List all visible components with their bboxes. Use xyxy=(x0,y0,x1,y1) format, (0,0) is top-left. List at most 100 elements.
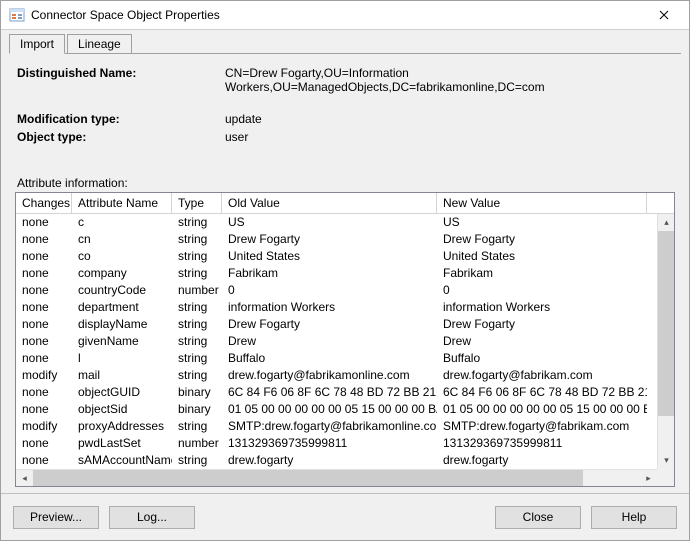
col-type[interactable]: Type xyxy=(172,193,222,213)
hscroll-track[interactable] xyxy=(33,470,640,486)
col-old-value[interactable]: Old Value xyxy=(222,193,437,213)
cell: number xyxy=(172,435,222,452)
cell: 0 xyxy=(222,282,437,299)
cell: c xyxy=(72,214,172,231)
cell: Drew Fogarty xyxy=(437,231,647,248)
cell: Buffalo xyxy=(437,350,647,367)
attribute-section-label: Attribute information: xyxy=(15,176,675,190)
cell: drew.fogarty@fabrikamonline.com xyxy=(222,367,437,384)
tab-lineage[interactable]: Lineage xyxy=(67,34,132,53)
table-row[interactable]: noneobjectGUIDbinary6C 84 F6 06 8F 6C 78… xyxy=(16,384,674,401)
log-button[interactable]: Log... xyxy=(109,506,195,529)
cell: none xyxy=(16,384,72,401)
cell: objectSid xyxy=(72,401,172,418)
cell: string xyxy=(172,418,222,435)
cell: none xyxy=(16,299,72,316)
table-row[interactable]: nonecompanystringFabrikamFabrikam xyxy=(16,265,674,282)
cell: 01 05 00 00 00 00 00 05 15 00 00 00 BA xyxy=(437,401,647,418)
cell: SMTP:drew.fogarty@fabrikam.com xyxy=(437,418,647,435)
tab-lineage-label: Lineage xyxy=(78,37,121,51)
cell: United States xyxy=(222,248,437,265)
col-changes[interactable]: Changes xyxy=(16,193,72,213)
scroll-down-icon[interactable]: ▾ xyxy=(658,452,674,469)
table-row[interactable]: nonecstringUSUS xyxy=(16,214,674,231)
cell: Fabrikam xyxy=(222,265,437,282)
cell: Drew Fogarty xyxy=(222,231,437,248)
cell: countryCode xyxy=(72,282,172,299)
table-row[interactable]: modifyproxyAddressesstringSMTP:drew.foga… xyxy=(16,418,674,435)
cell: company xyxy=(72,265,172,282)
help-button[interactable]: Help xyxy=(591,506,677,529)
cell: United States xyxy=(437,248,647,265)
titlebar: Connector Space Object Properties xyxy=(1,1,689,30)
cell: proxyAddresses xyxy=(72,418,172,435)
objtype-label: Object type: xyxy=(15,130,225,144)
grid-body: nonecstringUSUSnonecnstringDrew FogartyD… xyxy=(16,214,674,486)
cell: 131329369735999811 xyxy=(222,435,437,452)
table-row[interactable]: modifymailstringdrew.fogarty@fabrikamonl… xyxy=(16,367,674,384)
attribute-grid: Changes Attribute Name Type Old Value Ne… xyxy=(15,192,675,487)
table-row[interactable]: nonepwdLastSetnumber13132936973599981113… xyxy=(16,435,674,452)
cell: co xyxy=(72,248,172,265)
cell: Drew Fogarty xyxy=(222,316,437,333)
cell: none xyxy=(16,265,72,282)
cell: information Workers xyxy=(222,299,437,316)
table-row[interactable]: nonelstringBuffaloBuffalo xyxy=(16,350,674,367)
table-row[interactable]: nonegivenNamestringDrewDrew xyxy=(16,333,674,350)
cell: none xyxy=(16,214,72,231)
cell: objectGUID xyxy=(72,384,172,401)
objtype-value: user xyxy=(225,130,675,144)
table-row[interactable]: nonesAMAccountNamestringdrew.fogartydrew… xyxy=(16,452,674,469)
preview-button[interactable]: Preview... xyxy=(13,506,99,529)
table-row[interactable]: nonedepartmentstringinformation Workersi… xyxy=(16,299,674,316)
tab-import[interactable]: Import xyxy=(9,34,65,54)
hscroll-thumb[interactable] xyxy=(33,470,583,486)
cell: US xyxy=(222,214,437,231)
cell: 01 05 00 00 00 00 00 05 15 00 00 00 BA .… xyxy=(222,401,437,418)
table-row[interactable]: nonecostringUnited StatesUnited States xyxy=(16,248,674,265)
cell: number xyxy=(172,282,222,299)
cell: information Workers xyxy=(437,299,647,316)
scroll-up-icon[interactable]: ▴ xyxy=(658,214,674,231)
vscroll-track[interactable] xyxy=(658,231,674,452)
cell: none xyxy=(16,401,72,418)
scroll-right-icon[interactable]: ▸ xyxy=(640,470,657,486)
cell: none xyxy=(16,231,72,248)
table-row[interactable]: nonecountryCodenumber00 xyxy=(16,282,674,299)
cell: string xyxy=(172,350,222,367)
cell: SMTP:drew.fogarty@fabrikamonline.com xyxy=(222,418,437,435)
cell: 131329369735999811 xyxy=(437,435,647,452)
modtype-value: update xyxy=(225,112,675,126)
scroll-corner xyxy=(657,469,674,486)
table-row[interactable]: nonedisplayNamestringDrew FogartyDrew Fo… xyxy=(16,316,674,333)
cell: binary xyxy=(172,401,222,418)
window-title: Connector Space Object Properties xyxy=(31,8,643,22)
col-attribute-name[interactable]: Attribute Name xyxy=(72,193,172,213)
close-button[interactable]: Close xyxy=(495,506,581,529)
horizontal-scrollbar[interactable]: ◂ ▸ xyxy=(16,469,657,486)
cell: none xyxy=(16,316,72,333)
cell: Drew xyxy=(437,333,647,350)
table-row[interactable]: noneobjectSidbinary01 05 00 00 00 00 00 … xyxy=(16,401,674,418)
cell: none xyxy=(16,333,72,350)
close-icon[interactable] xyxy=(643,1,685,29)
cell: 0 xyxy=(437,282,647,299)
cell: string xyxy=(172,333,222,350)
cell: string xyxy=(172,265,222,282)
vertical-scrollbar[interactable]: ▴ ▾ xyxy=(657,214,674,469)
vscroll-thumb[interactable] xyxy=(658,231,674,416)
cell: pwdLastSet xyxy=(72,435,172,452)
app-icon xyxy=(9,7,25,23)
cell: binary xyxy=(172,384,222,401)
cell: Drew Fogarty xyxy=(437,316,647,333)
cell: none xyxy=(16,435,72,452)
scroll-left-icon[interactable]: ◂ xyxy=(16,470,33,486)
cell: drew.fogarty xyxy=(437,452,647,469)
table-row[interactable]: nonecnstringDrew FogartyDrew Fogarty xyxy=(16,231,674,248)
cell: sAMAccountName xyxy=(72,452,172,469)
cell: string xyxy=(172,214,222,231)
cell: Buffalo xyxy=(222,350,437,367)
col-new-value[interactable]: New Value xyxy=(437,193,647,213)
cell: string xyxy=(172,452,222,469)
dn-value: CN=Drew Fogarty,OU=Information Workers,O… xyxy=(225,66,675,94)
